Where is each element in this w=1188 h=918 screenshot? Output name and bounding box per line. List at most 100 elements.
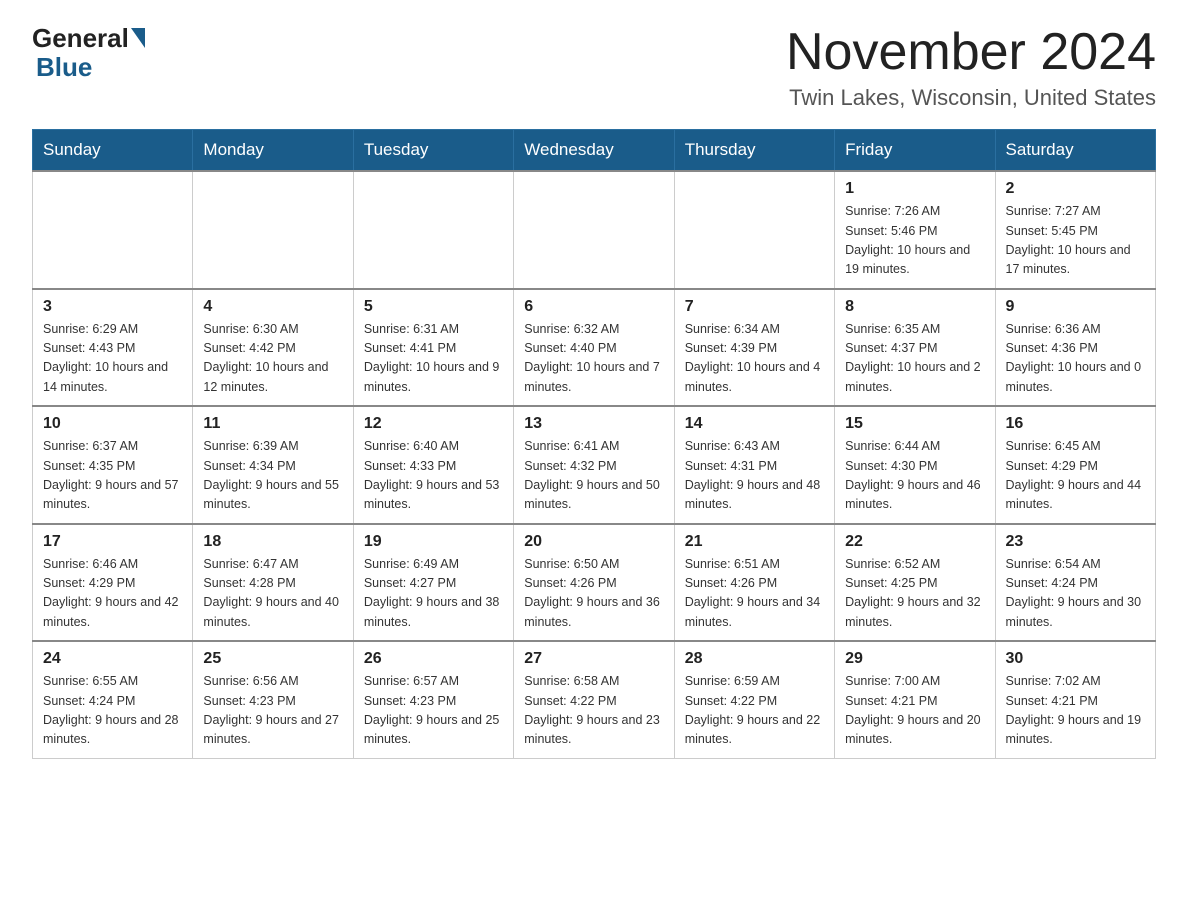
calendar-cell: 28 Sunrise: 6:59 AMSunset: 4:22 PMDayligh… [674, 641, 834, 758]
title-area: November 2024 Twin Lakes, Wisconsin, Uni… [786, 24, 1156, 111]
calendar-cell: 6Sunrise: 6:32 AMSunset: 4:40 PMDaylight… [514, 289, 674, 407]
logo-blue-text: Blue [32, 53, 145, 82]
day-info: Sunrise: 6:52 AMSunset: 4:25 PMDaylight:… [845, 555, 984, 633]
logo-triangle-icon [131, 28, 145, 48]
day-number: 18 [203, 533, 342, 551]
calendar-cell [514, 171, 674, 289]
column-header-tuesday: Tuesday [353, 130, 513, 172]
main-title: November 2024 [786, 24, 1156, 81]
day-info: Sunrise: 6:41 AMSunset: 4:32 PMDaylight:… [524, 437, 663, 515]
calendar-cell: 1Sunrise: 7:26 AMSunset: 5:46 PMDaylight… [835, 171, 995, 289]
day-number: 27 [524, 650, 663, 668]
calendar-cell: 27 Sunrise: 6:58 AMSunset: 4:22 PMDayligh… [514, 641, 674, 758]
calendar-cell: 8 Sunrise: 6:35 AMSunset: 4:37 PMDaylight… [835, 289, 995, 407]
day-info: Sunrise: 6:46 AMSunset: 4:29 PMDaylight:… [43, 555, 182, 633]
logo-general-text: General [32, 24, 129, 53]
calendar-cell: 20Sunrise: 6:50 AMSunset: 4:26 PMDayligh… [514, 524, 674, 642]
day-number: 23 [1006, 533, 1145, 551]
day-info: Sunrise: 6:47 AMSunset: 4:28 PMDaylight:… [203, 555, 342, 633]
day-info: Sunrise: 7:02 AMSunset: 4:21 PMDaylight:… [1006, 672, 1145, 750]
calendar-cell: 7Sunrise: 6:34 AMSunset: 4:39 PMDaylight… [674, 289, 834, 407]
week-row-2: 3 Sunrise: 6:29 AMSunset: 4:43 PMDaylight… [33, 289, 1156, 407]
calendar-cell: 23 Sunrise: 6:54 AMSunset: 4:24 PMDayligh… [995, 524, 1155, 642]
day-number: 19 [364, 533, 503, 551]
day-number: 21 [685, 533, 824, 551]
calendar-cell: 19 Sunrise: 6:49 AMSunset: 4:27 PMDayligh… [353, 524, 513, 642]
day-number: 7 [685, 298, 824, 316]
day-number: 22 [845, 533, 984, 551]
calendar-cell: 16 Sunrise: 6:45 AMSunset: 4:29 PMDayligh… [995, 406, 1155, 524]
day-info: Sunrise: 6:44 AMSunset: 4:30 PMDaylight:… [845, 437, 984, 515]
day-number: 12 [364, 415, 503, 433]
day-number: 29 [845, 650, 984, 668]
calendar-cell: 3 Sunrise: 6:29 AMSunset: 4:43 PMDaylight… [33, 289, 193, 407]
day-info: Sunrise: 7:00 AMSunset: 4:21 PMDaylight:… [845, 672, 984, 750]
column-header-thursday: Thursday [674, 130, 834, 172]
day-number: 1 [845, 180, 984, 198]
calendar-cell: 25Sunrise: 6:56 AMSunset: 4:23 PMDayligh… [193, 641, 353, 758]
calendar-cell: 5Sunrise: 6:31 AMSunset: 4:41 PMDaylight… [353, 289, 513, 407]
day-number: 20 [524, 533, 663, 551]
calendar-cell: 17 Sunrise: 6:46 AMSunset: 4:29 PMDayligh… [33, 524, 193, 642]
day-number: 17 [43, 533, 182, 551]
day-number: 13 [524, 415, 663, 433]
calendar-header-row: SundayMondayTuesdayWednesdayThursdayFrid… [33, 130, 1156, 172]
calendar-cell: 21 Sunrise: 6:51 AMSunset: 4:26 PMDayligh… [674, 524, 834, 642]
day-number: 10 [43, 415, 182, 433]
calendar-cell: 12 Sunrise: 6:40 AMSunset: 4:33 PMDayligh… [353, 406, 513, 524]
logo: General Blue [32, 24, 145, 81]
day-number: 11 [203, 415, 342, 433]
calendar-cell [353, 171, 513, 289]
day-info: Sunrise: 6:29 AMSunset: 4:43 PMDaylight:… [43, 320, 182, 398]
day-number: 24 [43, 650, 182, 668]
day-info: Sunrise: 6:39 AMSunset: 4:34 PMDaylight:… [203, 437, 342, 515]
calendar-cell [33, 171, 193, 289]
week-row-1: 1Sunrise: 7:26 AMSunset: 5:46 PMDaylight… [33, 171, 1156, 289]
day-number: 4 [203, 298, 342, 316]
calendar-cell: 22 Sunrise: 6:52 AMSunset: 4:25 PMDayligh… [835, 524, 995, 642]
day-info: Sunrise: 6:35 AMSunset: 4:37 PMDaylight:… [845, 320, 984, 398]
day-info: Sunrise: 6:32 AMSunset: 4:40 PMDaylight:… [524, 320, 663, 398]
day-number: 14 [685, 415, 824, 433]
calendar-cell: 10 Sunrise: 6:37 AMSunset: 4:35 PMDayligh… [33, 406, 193, 524]
day-info: Sunrise: 6:49 AMSunset: 4:27 PMDaylight:… [364, 555, 503, 633]
calendar-cell: 26Sunrise: 6:57 AMSunset: 4:23 PMDayligh… [353, 641, 513, 758]
calendar-cell: 9Sunrise: 6:36 AMSunset: 4:36 PMDaylight… [995, 289, 1155, 407]
column-header-monday: Monday [193, 130, 353, 172]
day-info: Sunrise: 6:45 AMSunset: 4:29 PMDaylight:… [1006, 437, 1145, 515]
day-number: 28 [685, 650, 824, 668]
day-info: Sunrise: 6:54 AMSunset: 4:24 PMDaylight:… [1006, 555, 1145, 633]
location-subtitle: Twin Lakes, Wisconsin, United States [786, 85, 1156, 111]
day-info: Sunrise: 6:37 AMSunset: 4:35 PMDaylight:… [43, 437, 182, 515]
day-info: Sunrise: 6:57 AMSunset: 4:23 PMDaylight:… [364, 672, 503, 750]
page-header: General Blue November 2024 Twin Lakes, W… [32, 24, 1156, 111]
column-header-saturday: Saturday [995, 130, 1155, 172]
day-info: Sunrise: 6:51 AMSunset: 4:26 PMDaylight:… [685, 555, 824, 633]
calendar-cell: 14Sunrise: 6:43 AMSunset: 4:31 PMDayligh… [674, 406, 834, 524]
week-row-4: 17 Sunrise: 6:46 AMSunset: 4:29 PMDayligh… [33, 524, 1156, 642]
week-row-5: 24 Sunrise: 6:55 AMSunset: 4:24 PMDayligh… [33, 641, 1156, 758]
column-header-wednesday: Wednesday [514, 130, 674, 172]
day-info: Sunrise: 7:27 AMSunset: 5:45 PMDaylight:… [1006, 202, 1145, 280]
calendar-cell: 2Sunrise: 7:27 AMSunset: 5:45 PMDaylight… [995, 171, 1155, 289]
calendar-cell: 24 Sunrise: 6:55 AMSunset: 4:24 PMDayligh… [33, 641, 193, 758]
day-number: 9 [1006, 298, 1145, 316]
day-info: Sunrise: 6:55 AMSunset: 4:24 PMDaylight:… [43, 672, 182, 750]
calendar-cell: 15 Sunrise: 6:44 AMSunset: 4:30 PMDayligh… [835, 406, 995, 524]
day-number: 5 [364, 298, 503, 316]
calendar-cell: 4 Sunrise: 6:30 AMSunset: 4:42 PMDaylight… [193, 289, 353, 407]
calendar-table: SundayMondayTuesdayWednesdayThursdayFrid… [32, 129, 1156, 759]
day-info: Sunrise: 6:56 AMSunset: 4:23 PMDaylight:… [203, 672, 342, 750]
day-info: Sunrise: 6:40 AMSunset: 4:33 PMDaylight:… [364, 437, 503, 515]
day-number: 16 [1006, 415, 1145, 433]
day-number: 30 [1006, 650, 1145, 668]
day-number: 15 [845, 415, 984, 433]
day-info: Sunrise: 6:30 AMSunset: 4:42 PMDaylight:… [203, 320, 342, 398]
day-info: Sunrise: 6:59 AMSunset: 4:22 PMDaylight:… [685, 672, 824, 750]
calendar-cell: 18 Sunrise: 6:47 AMSunset: 4:28 PMDayligh… [193, 524, 353, 642]
day-number: 8 [845, 298, 984, 316]
day-info: Sunrise: 6:58 AMSunset: 4:22 PMDaylight:… [524, 672, 663, 750]
calendar-cell: 13 Sunrise: 6:41 AMSunset: 4:32 PMDayligh… [514, 406, 674, 524]
calendar-cell: 30 Sunrise: 7:02 AMSunset: 4:21 PMDayligh… [995, 641, 1155, 758]
day-number: 3 [43, 298, 182, 316]
